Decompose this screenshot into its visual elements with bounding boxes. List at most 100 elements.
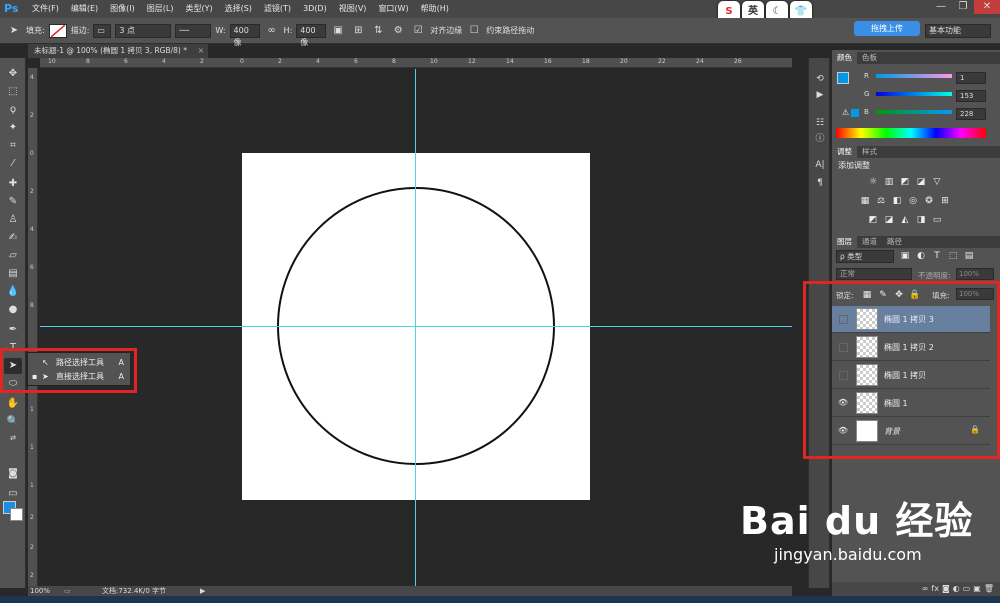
filter-type-icon[interactable]: T (930, 250, 944, 262)
document-tab[interactable]: 未标题-1 @ 100% (椭圆 1 拷贝 3, RGB/8) * × (28, 44, 208, 58)
align-edges-checkbox[interactable]: ☑ (410, 23, 426, 39)
posterize-icon[interactable]: ◪ (882, 214, 896, 226)
green-slider[interactable] (876, 92, 952, 96)
filter-shape-icon[interactable]: ⬚ (946, 250, 960, 262)
arrow-tool-icon[interactable]: ➤ (6, 23, 22, 39)
tab-channels[interactable]: 通道 (857, 236, 882, 248)
tab-color[interactable]: 颜色 (832, 52, 857, 64)
opacity-field[interactable]: 100% (956, 268, 994, 280)
history-icon[interactable]: ⟲ (812, 72, 828, 86)
gradient-map-icon[interactable]: ▭ (930, 214, 944, 226)
close-icon[interactable]: ✕ (974, 0, 1000, 14)
green-value-field[interactable]: 153 (956, 90, 986, 102)
channel-mixer-icon[interactable]: ❂ (922, 195, 936, 207)
background-color-swatch[interactable] (10, 508, 23, 521)
menu-edit[interactable]: 编辑(E) (65, 0, 104, 18)
workspace-select[interactable]: 基本功能 (925, 24, 991, 38)
gamut-swatch[interactable] (851, 109, 859, 117)
filter-smart-object-icon[interactable]: ▤ (962, 250, 976, 262)
brightness-icon[interactable]: ☼ (866, 176, 880, 188)
selective-color-icon[interactable]: ◨ (914, 214, 928, 226)
stroke-swatch[interactable]: ▭ (93, 23, 112, 38)
magic-wand-tool-icon[interactable]: ✦ (4, 120, 22, 136)
vertical-guide[interactable] (415, 69, 416, 586)
gradient-tool-icon[interactable]: ▤ (4, 266, 22, 282)
zoom-tool-icon[interactable]: 🔍 (4, 414, 22, 430)
menu-filter[interactable]: 滤镜(T) (258, 0, 297, 18)
invert-icon[interactable]: ◩ (866, 214, 880, 226)
menu-help[interactable]: 帮助(H) (415, 0, 455, 18)
eyedropper-tool-icon[interactable]: ⁄ (4, 156, 22, 172)
arrow-right-icon[interactable]: ▶ (200, 586, 205, 596)
link-icon[interactable]: ∞ (264, 23, 280, 39)
path-arrangement-icon[interactable]: ⇅ (370, 23, 386, 39)
exposure-icon[interactable]: ◪ (914, 176, 928, 188)
marquee-tool-icon[interactable]: ⬚ (4, 84, 22, 100)
dodge-tool-icon[interactable]: ● (4, 302, 22, 318)
height-field[interactable]: 400 像 (296, 23, 327, 47)
eraser-tool-icon[interactable]: ▱ (4, 248, 22, 264)
blue-slider[interactable] (876, 110, 952, 114)
actions-icon[interactable]: ▶ (812, 88, 828, 102)
red-slider[interactable] (876, 74, 952, 78)
status-icon[interactable]: ▭ (64, 586, 71, 596)
width-field[interactable]: 400 像 (229, 23, 260, 47)
menu-select[interactable]: 选择(S) (219, 0, 258, 18)
tab-layers[interactable]: 图层 (832, 236, 857, 248)
minimize-icon[interactable]: — (930, 0, 952, 14)
blue-value-field[interactable]: 228 (956, 108, 986, 120)
stroke-width-field[interactable]: 3 点 (115, 23, 172, 38)
menu-layer[interactable]: 图层(L) (141, 0, 180, 18)
hue-saturation-icon[interactable]: ▦ (858, 195, 872, 207)
menu-file[interactable]: 文件(F) (26, 0, 65, 18)
photo-filter-icon[interactable]: ◎ (906, 195, 920, 207)
filter-adjustment-icon[interactable]: ◐ (914, 250, 928, 262)
color-lookup-icon[interactable]: ⊞ (938, 195, 952, 207)
history-brush-tool-icon[interactable]: ✍ (4, 230, 22, 246)
horizontal-guide[interactable] (40, 326, 792, 327)
close-icon[interactable]: × (198, 44, 204, 58)
tab-swatches[interactable]: 色板 (857, 52, 882, 64)
canvas-area[interactable] (40, 69, 792, 586)
color-balance-icon[interactable]: ⚖ (874, 195, 888, 207)
upload-button[interactable]: 拖拽上传 (854, 21, 920, 36)
screen-mode-icon[interactable]: ▭ (4, 486, 22, 502)
threshold-icon[interactable]: ◭ (898, 214, 912, 226)
lasso-tool-icon[interactable]: ϙ (4, 102, 22, 118)
brush-tool-icon[interactable]: ✎ (4, 194, 22, 210)
restore-icon[interactable]: ❐ (952, 0, 974, 14)
character-icon[interactable]: A| (812, 158, 828, 172)
trash-icon[interactable]: 🗑 (984, 582, 994, 596)
menu-view[interactable]: 视图(V) (333, 0, 373, 18)
black-white-icon[interactable]: ◧ (890, 195, 904, 207)
menu-window[interactable]: 窗口(W) (372, 0, 414, 18)
swap-colors-icon[interactable]: ⇄ (4, 430, 22, 446)
menu-type[interactable]: 类型(Y) (179, 0, 218, 18)
clone-stamp-tool-icon[interactable]: ♙ (4, 212, 22, 228)
blur-tool-icon[interactable]: 💧 (4, 284, 22, 300)
red-value-field[interactable]: 1 (956, 72, 986, 84)
hand-tool-icon[interactable]: ✋ (4, 396, 22, 412)
curves-icon[interactable]: ◩ (898, 176, 912, 188)
crop-tool-icon[interactable]: ⌗ (4, 138, 22, 154)
quick-mask-icon[interactable]: ◙ (4, 466, 22, 482)
fill-swatch[interactable] (48, 23, 67, 38)
foreground-color-swatch[interactable] (837, 72, 849, 84)
properties-icon[interactable]: ☷ (812, 116, 828, 130)
zoom-level[interactable]: 100% (30, 586, 50, 596)
pen-tool-icon[interactable]: ✒ (4, 322, 22, 338)
filter-pixel-icon[interactable]: ▣ (898, 250, 912, 262)
levels-icon[interactable]: ▥ (882, 176, 896, 188)
paragraph-icon[interactable]: ¶ (812, 176, 828, 190)
path-alignment-icon[interactable]: ⊞ (350, 23, 366, 39)
tab-paths[interactable]: 路径 (882, 236, 907, 248)
healing-brush-tool-icon[interactable]: ✚ (4, 176, 22, 192)
menu-3d[interactable]: 3D(D) (297, 0, 333, 18)
vibrance-icon[interactable]: ▽ (930, 176, 944, 188)
move-tool-icon[interactable]: ✥ (4, 66, 22, 82)
tab-styles[interactable]: 样式 (857, 146, 882, 158)
layer-filter-select[interactable]: ρ 类型 (836, 250, 894, 263)
path-operations-icon[interactable]: ▣ (330, 23, 346, 39)
gear-icon[interactable]: ⚙ (390, 23, 406, 39)
stroke-type-select[interactable]: ── (175, 23, 212, 38)
